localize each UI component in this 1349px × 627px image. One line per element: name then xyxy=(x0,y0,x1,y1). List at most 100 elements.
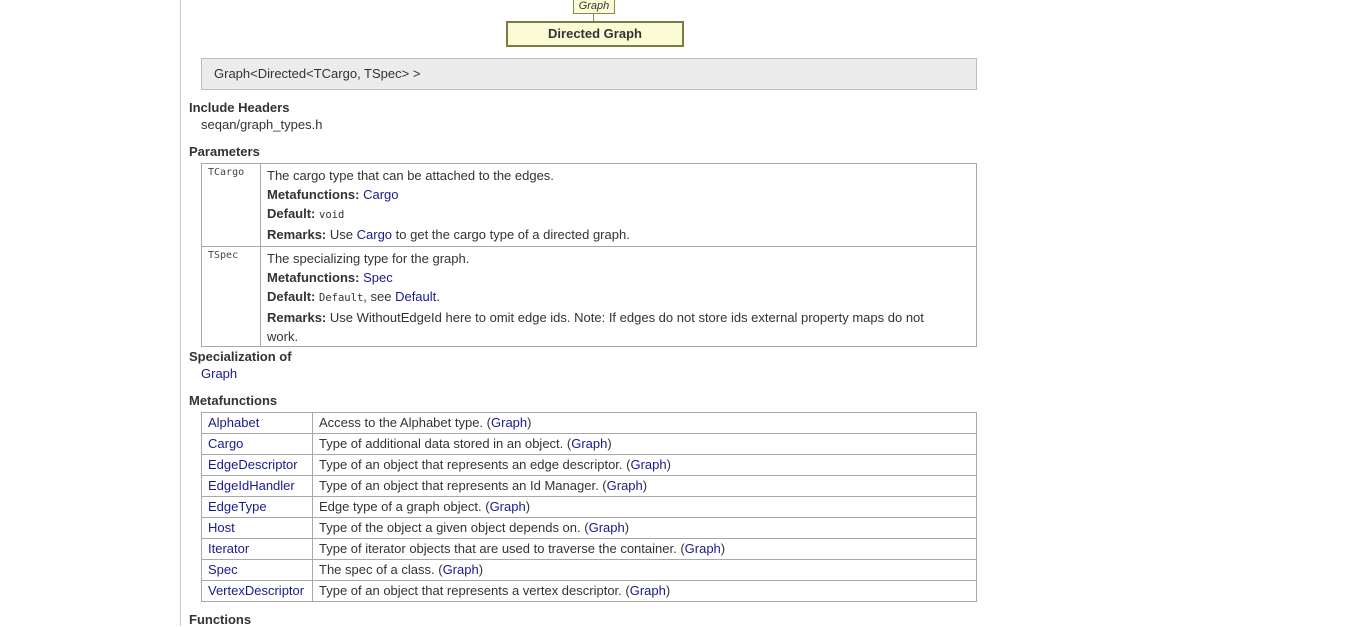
table-row: EdgeIdHandler Type of an object that repr… xyxy=(201,475,977,497)
table-row: EdgeType Edge type of a graph object. (Gr… xyxy=(201,496,977,518)
table-row: Cargo Type of additional data stored in a… xyxy=(201,433,977,455)
metafunction-name-cell: Iterator xyxy=(201,538,313,560)
metafunction-desc-end: ) xyxy=(666,457,671,472)
metafunction-desc-end: ) xyxy=(478,562,484,577)
parameter-summary: The specializing type for the graph. xyxy=(267,251,470,266)
functions-heading: Functions xyxy=(189,612,252,627)
metafunction-desc-end: ) xyxy=(527,415,532,430)
parameter-description: The specializing type for the graph. Met… xyxy=(260,246,977,347)
parameter-description: The cargo type that can be attached to t… xyxy=(260,163,977,247)
specialization-heading: Specialization of xyxy=(189,349,292,364)
graph-link[interactable]: Graph xyxy=(201,366,237,381)
parameter-name: TSpec xyxy=(201,246,261,347)
metafunction-desc-text: Access to the Alphabet type. ( xyxy=(319,415,491,430)
metafunction-desc-end: ) xyxy=(607,436,612,451)
metafunction-description: Type of an object that represents an edg… xyxy=(312,454,977,476)
metafunction-description: Type of an object that represents a vert… xyxy=(312,580,977,602)
metafunctions-table: Alphabet Access to the Alphabet type. (Gr… xyxy=(201,412,977,602)
metafunction-description: Type of iterator objects that are used t… xyxy=(312,538,977,560)
metafunction-description: Type of the object a given object depend… xyxy=(312,517,977,539)
left-border xyxy=(180,0,181,626)
metafunctions-label: Metafunctions: xyxy=(267,270,360,285)
default-label: Default: xyxy=(267,206,316,221)
metafunction-desc-text: The spec of a class. ( xyxy=(319,562,443,577)
metafunction-name-cell: Cargo xyxy=(201,433,313,455)
include-header-value: seqan/graph_types.h xyxy=(201,117,323,132)
metafunction-name-cell: Alphabet xyxy=(201,412,313,434)
metafunction-desc-text: Edge type of a graph object. ( xyxy=(319,499,490,514)
parameter-row: TSpec The specializing type for the grap… xyxy=(201,246,977,347)
parameters-table: TCargo The cargo type that can be attach… xyxy=(201,163,977,347)
parameters-heading: Parameters xyxy=(189,144,260,159)
default-value: void xyxy=(319,209,345,221)
current-class-node: Directed Graph xyxy=(506,21,684,47)
metafunction-description: Access to the Alphabet type. (Graph) xyxy=(312,412,977,434)
spec-link[interactable]: Spec xyxy=(363,270,393,285)
remarks-text-end: to get the cargo type of a directed grap… xyxy=(392,227,630,242)
table-row: Iterator Type of iterator objects that ar… xyxy=(201,538,977,560)
metafunction-name-cell: VertexDescriptor xyxy=(201,580,313,602)
parent-class-node[interactable]: Graph xyxy=(573,0,615,14)
cargo-remarks-link[interactable]: Cargo xyxy=(357,227,392,242)
metafunction-name-cell: Spec xyxy=(201,559,313,581)
graph-class-link[interactable]: Graph xyxy=(571,436,607,451)
remarks-text: Use xyxy=(329,227,357,242)
metafunction-name-cell: EdgeDescriptor xyxy=(201,454,313,476)
metafunction-desc-text: Type of an object that represents an Id … xyxy=(319,478,607,493)
metafunction-name-cell: EdgeIdHandler xyxy=(201,475,313,497)
default-label: Default: xyxy=(267,289,316,304)
metafunction-desc-text: Type of additional data stored in an obj… xyxy=(319,436,572,451)
metafunction-desc-text: Type of an object that represents a vert… xyxy=(319,583,630,598)
metafunction-link[interactable]: VertexDescriptor xyxy=(208,583,304,598)
parameter-row: TCargo The cargo type that can be attach… xyxy=(201,163,977,247)
remarks-text: Use WithoutEdgeId here to omit edge ids.… xyxy=(329,310,924,325)
graph-class-link[interactable]: Graph xyxy=(491,415,527,430)
table-row: VertexDescriptor Type of an object that r… xyxy=(201,580,977,602)
graph-class-link[interactable]: Graph xyxy=(607,478,643,493)
remarks-label: Remarks: xyxy=(267,227,327,242)
default-link[interactable]: Default xyxy=(395,289,436,304)
default-value: Default xyxy=(319,292,364,304)
metafunction-description: Edge type of a graph object. (Graph) xyxy=(312,496,977,518)
parameter-metafunctions: Metafunctions: Spec xyxy=(267,268,970,287)
remarks-text-continued: work. xyxy=(267,329,299,344)
metafunction-link[interactable]: Iterator xyxy=(208,541,249,556)
metafunctions-heading: Metafunctions xyxy=(189,393,278,408)
metafunction-link[interactable]: Cargo xyxy=(208,436,243,451)
graph-class-link[interactable]: Graph xyxy=(630,583,666,598)
remarks-label: Remarks: xyxy=(267,310,327,325)
parameter-remarks: Remarks: Use Cargo to get the cargo type… xyxy=(267,225,970,244)
metafunction-link[interactable]: EdgeType xyxy=(208,499,267,514)
metafunction-description: Type of additional data stored in an obj… xyxy=(312,433,977,455)
metafunction-desc-text: Type of the object a given object depend… xyxy=(319,520,589,535)
graph-class-link[interactable]: Graph xyxy=(589,520,625,535)
include-headers-heading: Include Headers xyxy=(189,100,290,115)
metafunction-link[interactable]: EdgeDescriptor xyxy=(208,457,298,472)
cargo-link[interactable]: Cargo xyxy=(363,187,398,202)
class-signature: Graph<Directed<TCargo, TSpec> > xyxy=(201,58,977,90)
default-see-text: , see xyxy=(363,289,396,304)
metafunction-link[interactable]: Host xyxy=(208,520,235,535)
table-row: Host Type of the object a given object de… xyxy=(201,517,977,539)
metafunction-desc-end: ) xyxy=(665,583,671,598)
metafunction-desc-end: ) xyxy=(720,541,726,556)
metafunction-desc-text: Type of iterator objects that are used t… xyxy=(319,541,685,556)
metafunction-description: The spec of a class. (Graph) xyxy=(312,559,977,581)
parameter-summary: The cargo type that can be attached to t… xyxy=(267,168,554,183)
metafunction-link[interactable]: EdgeIdHandler xyxy=(208,478,295,493)
metafunction-name-cell: EdgeType xyxy=(201,496,313,518)
metafunction-desc-end: ) xyxy=(624,520,630,535)
metafunctions-label: Metafunctions: xyxy=(267,187,360,202)
metafunction-link[interactable]: Spec xyxy=(208,562,238,577)
parameter-name: TCargo xyxy=(201,163,261,247)
parameter-default: Default: Default, see Default. xyxy=(267,287,970,308)
graph-class-link[interactable]: Graph xyxy=(685,541,721,556)
parameter-default: Default: void xyxy=(267,204,970,225)
metafunction-desc-end: ) xyxy=(642,478,648,493)
graph-class-link[interactable]: Graph xyxy=(490,499,526,514)
graph-class-link[interactable]: Graph xyxy=(443,562,479,577)
graph-class-link[interactable]: Graph xyxy=(630,457,666,472)
table-row: EdgeDescriptor Type of an object that rep… xyxy=(201,454,977,476)
metafunction-link[interactable]: Alphabet xyxy=(208,415,259,430)
metafunction-name-cell: Host xyxy=(201,517,313,539)
